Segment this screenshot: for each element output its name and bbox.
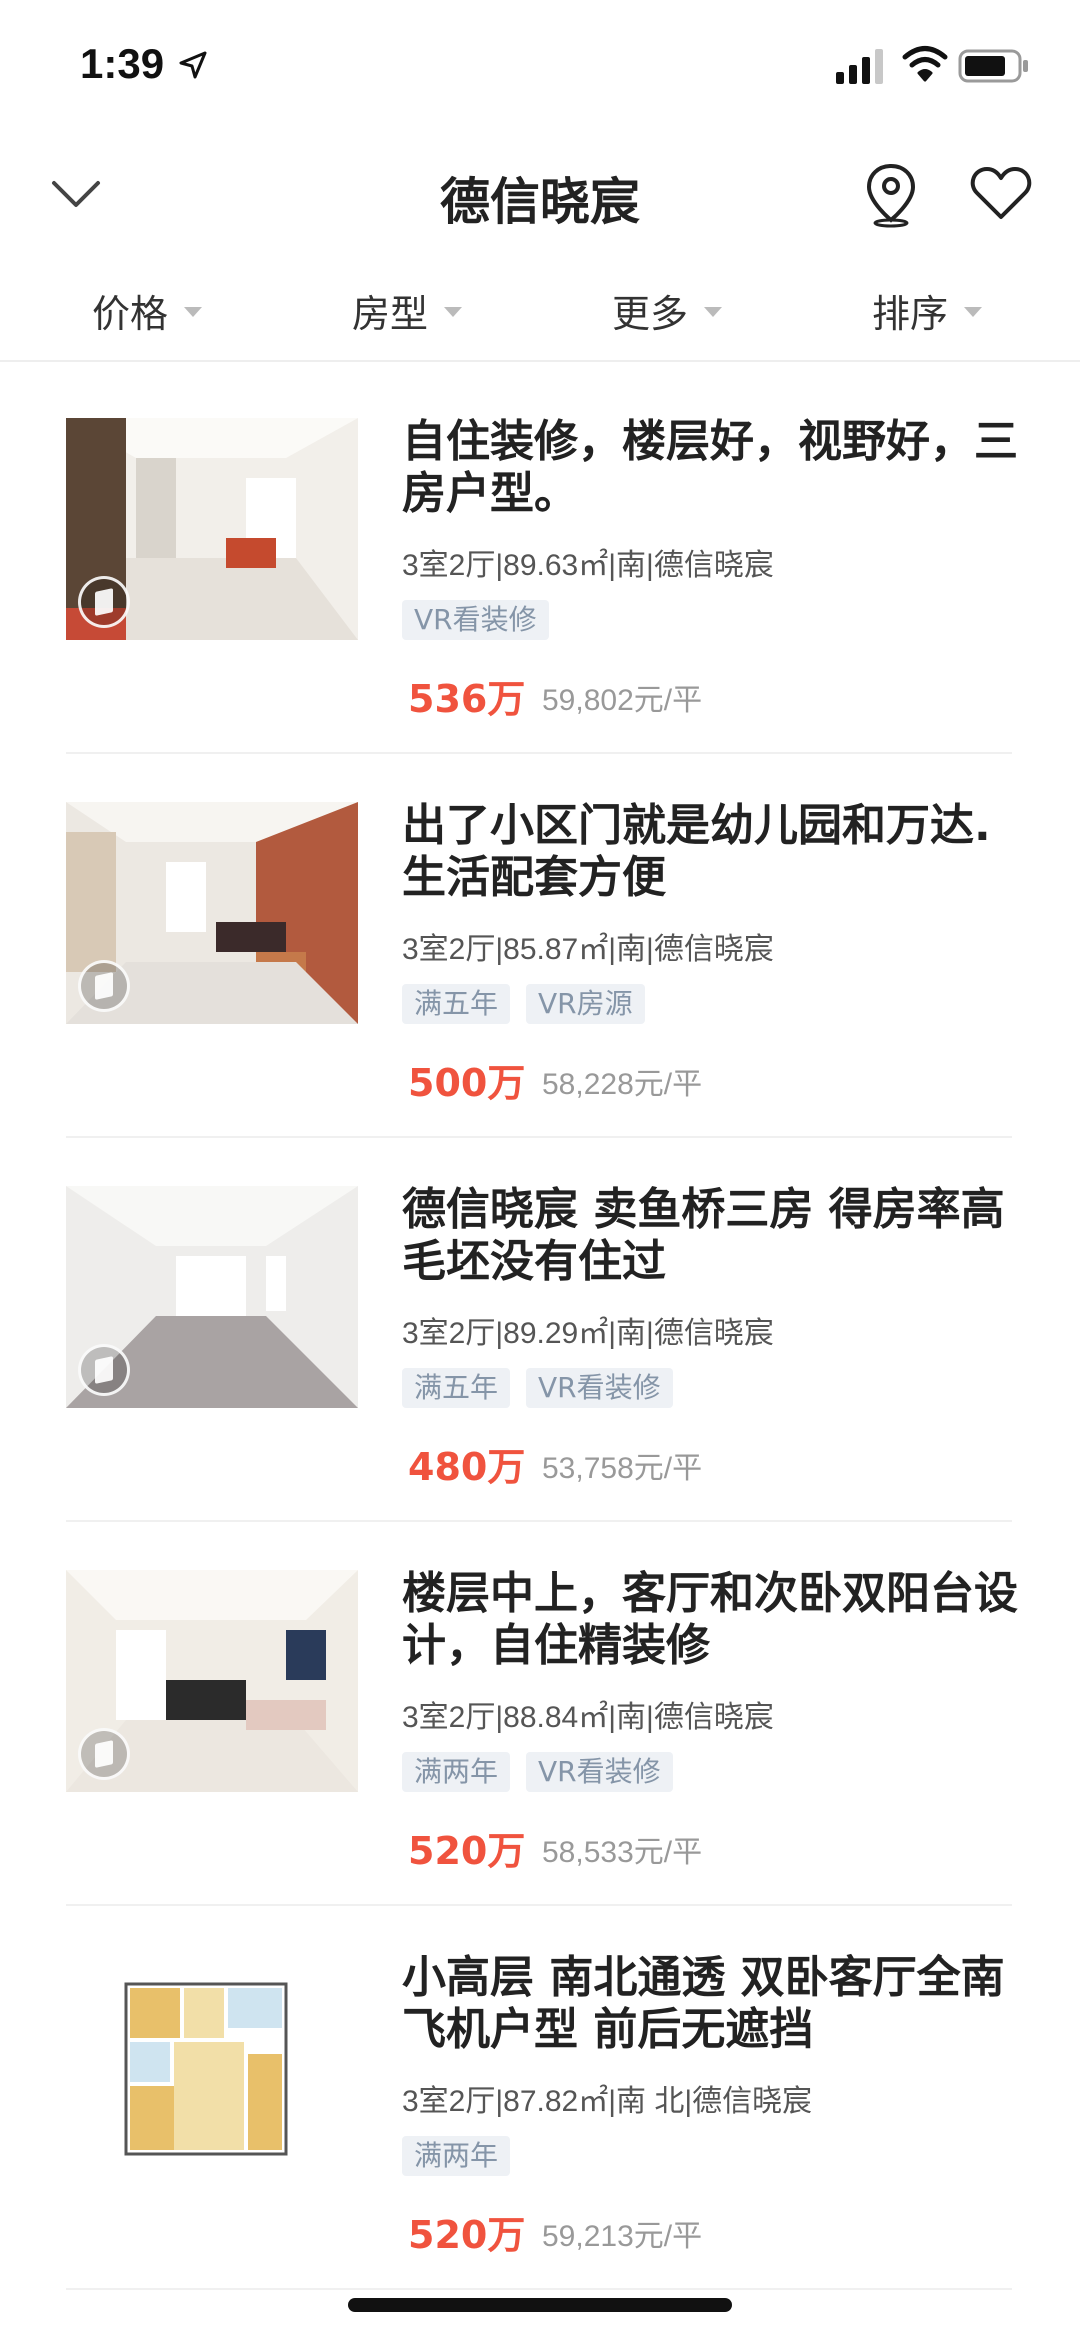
- listing-card[interactable]: 楼层中上，客厅和次卧双阳台设计，自住精装修 3室2厅|88.84㎡|南|德信晓宸…: [66, 1520, 1018, 1906]
- listing-tags: 满五年 VR房源: [402, 984, 645, 1024]
- listing-tag: VR看装修: [526, 1368, 673, 1408]
- status-bar: 1:39: [0, 0, 1080, 130]
- filter-price[interactable]: 价格: [92, 280, 203, 340]
- listing-info: 3室2厅|89.29㎡|南|德信晓宸: [402, 1317, 774, 1350]
- caret-down-icon: [184, 307, 203, 317]
- listing-card[interactable]: 小高层 南北通透 双卧客厅全南飞机户型 前后无遮挡 3室2厅|87.82㎡|南 …: [66, 1904, 1012, 2290]
- listing-tag: VR看装修: [526, 1752, 673, 1792]
- caret-down-icon: [964, 307, 983, 317]
- listing-tag: VR看装修: [402, 600, 549, 640]
- listing-tag: VR房源: [526, 984, 645, 1024]
- listing-tags: VR看装修: [402, 600, 549, 640]
- filter-more[interactable]: 更多: [612, 280, 723, 340]
- caret-down-icon: [704, 307, 723, 317]
- listing-tag: 满五年: [402, 1368, 511, 1408]
- filter-label: 价格: [92, 291, 169, 336]
- vr-badge-icon: [78, 576, 130, 628]
- listing-unit-price: 59,802元/平: [542, 684, 703, 717]
- filter-label: 排序: [872, 291, 949, 336]
- listing-unit-price: 58,228元/平: [542, 1068, 703, 1101]
- listing-title: 小高层 南北通透 双卧客厅全南飞机户型 前后无遮挡: [402, 1952, 1005, 2055]
- battery-icon: [958, 49, 1028, 83]
- vr-badge-icon: [78, 960, 130, 1012]
- listing-price: 520万: [408, 1829, 526, 1873]
- listing-floorplan: [66, 1954, 358, 2176]
- caret-down-icon: [444, 307, 463, 317]
- listing-info: 3室2厅|87.82㎡|南 北|德信晓宸: [402, 2085, 813, 2118]
- vr-badge-icon: [78, 1344, 130, 1396]
- listing-photo: [66, 1570, 358, 1792]
- listing-card[interactable]: 出了小区门就是幼儿园和万达.生活配套方便 3室2厅|85.87㎡|南|德信晓宸 …: [66, 752, 1012, 1138]
- nav-header: 德信晓宸: [0, 140, 1080, 250]
- listing-photo: [66, 418, 358, 640]
- wifi-icon: [902, 46, 948, 82]
- filter-label: 房型: [352, 291, 429, 336]
- listing-tags: 满两年: [402, 2136, 511, 2176]
- status-time: 1:39: [80, 40, 165, 87]
- listing-unit-price: 53,758元/平: [542, 1452, 703, 1485]
- listing-card[interactable]: 自住装修，楼层好，视野好，三房户型。 3室2厅|89.63㎡|南|德信晓宸 VR…: [66, 368, 1018, 754]
- location-arrow-icon: [179, 51, 207, 79]
- listing-price: 520万: [408, 2213, 526, 2257]
- vr-badge-icon: [78, 1728, 130, 1780]
- listing-price: 480万: [408, 1445, 526, 1489]
- listing-tag: 满两年: [402, 1752, 511, 1792]
- listing-price: 536万: [408, 677, 526, 721]
- home-indicator[interactable]: [348, 2298, 732, 2312]
- map-pin-icon[interactable]: [862, 162, 920, 228]
- listing-tags: 满五年 VR看装修: [402, 1368, 673, 1408]
- listing-tag: 满五年: [402, 984, 511, 1024]
- listing-title: 德信晓宸 卖鱼桥三房 得房率高毛坯没有住过: [402, 1184, 1005, 1287]
- listing-info: 3室2厅|89.63㎡|南|德信晓宸: [402, 549, 774, 582]
- listing-unit-price: 59,213元/平: [542, 2220, 703, 2253]
- listing-title: 楼层中上，客厅和次卧双阳台设计，自住精装修: [402, 1568, 1018, 1671]
- listing-title: 自住装修，楼层好，视野好，三房户型。: [402, 416, 1018, 519]
- filter-layout[interactable]: 房型: [352, 280, 463, 340]
- listing-photo: [66, 802, 358, 1024]
- listing-title: 出了小区门就是幼儿园和万达.生活配套方便: [402, 800, 991, 903]
- filter-bar: 价格 房型 更多 排序: [0, 270, 1080, 362]
- listing-info: 3室2厅|88.84㎡|南|德信晓宸: [402, 1701, 774, 1734]
- listing-photo: [66, 1186, 358, 1408]
- filter-label: 更多: [612, 291, 689, 336]
- cellular-signal-icon: [836, 49, 883, 84]
- listing-price: 500万: [408, 1061, 526, 1105]
- listing-tags: 满两年 VR看装修: [402, 1752, 673, 1792]
- listing-card[interactable]: 德信晓宸 卖鱼桥三房 得房率高毛坯没有住过 3室2厅|89.29㎡|南|德信晓宸…: [66, 1136, 1012, 1522]
- listing-tag: 满两年: [402, 2136, 511, 2176]
- listing-info: 3室2厅|85.87㎡|南|德信晓宸: [402, 933, 774, 966]
- heart-icon[interactable]: [970, 165, 1032, 221]
- filter-sort[interactable]: 排序: [872, 280, 983, 340]
- listing-unit-price: 58,533元/平: [542, 1836, 703, 1869]
